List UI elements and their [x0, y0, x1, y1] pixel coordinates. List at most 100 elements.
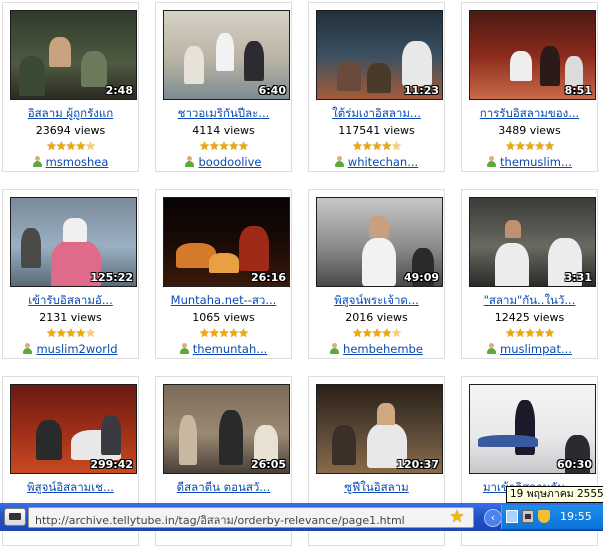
drive-icon[interactable]	[522, 510, 534, 523]
rating-stars: ★★★★★	[352, 326, 402, 340]
view-count: 1065 views	[192, 311, 255, 324]
uploader: whitechan...	[309, 155, 444, 169]
system-tray: 19:55	[501, 505, 603, 529]
thumbnail-figure	[239, 226, 269, 271]
thumbnail-figure	[495, 243, 529, 286]
address-bar[interactable]: http://archive.tellytube.in/tag/อิสลาม/o…	[28, 507, 474, 528]
uploader: muslimpat...	[462, 342, 597, 356]
uploader: themuslim...	[462, 155, 597, 169]
video-card[interactable]: 3:31 "สลาม"กัน..ในวั... 12425 views ★★★★★ mu…	[461, 189, 598, 359]
user-icon	[334, 156, 344, 167]
rating-stars: ★★★★★	[46, 139, 96, 153]
security-icon[interactable]	[538, 510, 550, 523]
thumbnail-figure	[505, 220, 521, 238]
tv-icon[interactable]	[4, 508, 26, 526]
rating-stars: ★★★★★	[505, 139, 555, 153]
url-text[interactable]: http://archive.tellytube.in/tag/อิสลาม/o…	[35, 511, 405, 529]
video-card[interactable]: 26:16 Muntaha.net--สว... 1065 views ★★★★★ th…	[155, 189, 292, 359]
video-title-link[interactable]: ชาวอเมริกันปีละ...	[158, 105, 289, 123]
video-card[interactable]: 11:23 ใต้ร่มเงาอิสลาม... 117541 views ★★★★★…	[308, 2, 445, 172]
rating-stars: ★★★★★	[46, 326, 96, 340]
user-icon	[487, 343, 497, 354]
thumbnail-figure	[21, 228, 41, 268]
thumbnail-figure	[510, 51, 532, 81]
thumbnail-figure	[565, 56, 583, 86]
view-count: 12425 views	[494, 311, 565, 324]
video-thumbnail[interactable]: 299:42	[10, 384, 137, 474]
thumbnail-figure	[49, 37, 71, 67]
video-card[interactable]: 8:51 การรับอิสลามของ... 3489 views ★★★★★ the…	[461, 2, 598, 172]
uploader-link[interactable]: muslim2world	[36, 342, 117, 356]
video-duration: 49:09	[403, 271, 439, 284]
view-count: 2016 views	[345, 311, 408, 324]
uploader: muslim2world	[3, 342, 138, 356]
clock-tooltip: 19 พฤษภาคม 2555	[506, 486, 603, 503]
view-count: 23694 views	[35, 124, 106, 137]
thumbnail-figure	[540, 46, 560, 86]
bookmark-star-icon[interactable]: ★	[446, 507, 468, 527]
video-duration: 26:16	[250, 271, 286, 284]
video-thumbnail[interactable]: 120:37	[316, 384, 443, 474]
thumbnail-figure	[63, 218, 87, 242]
video-thumbnail[interactable]: 11:23	[316, 10, 443, 100]
video-card[interactable]: 6:40 ชาวอเมริกันปีละ... 4114 views ★★★★★ boo…	[155, 2, 292, 172]
video-thumbnail[interactable]: 3:31	[469, 197, 596, 287]
rating-stars: ★★★★★	[505, 326, 555, 340]
video-thumbnail[interactable]: 8:51	[469, 10, 596, 100]
video-duration: 2:48	[105, 84, 133, 97]
video-thumbnail[interactable]: 60:30	[469, 384, 596, 474]
uploader: themuntah...	[156, 342, 291, 356]
video-title-link[interactable]: พิสูจน์พระเจ้าด...	[311, 292, 442, 310]
thumbnail-figure	[219, 410, 243, 465]
video-title-link[interactable]: เข้ารับอิสลามอั...	[5, 292, 136, 310]
thumbnail-figure	[478, 435, 538, 447]
half-star-icon: ★	[85, 326, 96, 340]
video-title-link[interactable]: ซูฟีในอิสลาม	[311, 479, 442, 497]
video-card[interactable]: 2:48 อิสลาม ผู้ถูกรังแก 23694 views ★★★★★ ms…	[2, 2, 139, 172]
video-title-link[interactable]: ใต้ร่มเงาอิสลาม...	[311, 105, 442, 123]
video-title-link[interactable]: อิสลาม ผู้ถูกรังแก	[5, 105, 136, 123]
video-title-link[interactable]: "สลาม"กัน..ในวั...	[464, 292, 595, 310]
video-thumbnail[interactable]: 26:16	[163, 197, 290, 287]
video-thumbnail[interactable]: 125:22	[10, 197, 137, 287]
thumbnail-figure	[184, 46, 204, 84]
thumbnail-figure	[332, 425, 356, 465]
video-duration: 6:40	[258, 84, 286, 97]
video-duration: 120:37	[396, 458, 439, 471]
video-title-link[interactable]: ดีสลาตีน ตอนสวั...	[158, 479, 289, 497]
uploader-link[interactable]: hembehembe	[343, 342, 423, 356]
video-card[interactable]: 125:22 เข้ารับอิสลามอั... 2131 views ★★★★★ m…	[2, 189, 139, 359]
uploader-link[interactable]: msmoshea	[46, 155, 109, 169]
thumbnail-figure	[402, 41, 432, 86]
uploader-link[interactable]: themuslim...	[500, 155, 572, 169]
uploader: msmoshea	[3, 155, 138, 169]
video-duration: 26:05	[250, 458, 286, 471]
taskbar: http://archive.tellytube.in/tag/อิสลาม/o…	[0, 503, 603, 531]
thumbnail-figure	[209, 253, 239, 273]
rating-stars: ★★★★★	[199, 139, 249, 153]
uploader-link[interactable]: muslimpat...	[500, 342, 572, 356]
video-thumbnail[interactable]: 26:05	[163, 384, 290, 474]
video-duration: 3:31	[564, 271, 592, 284]
tray-arrow-icon[interactable]: ‹	[484, 509, 502, 527]
thumbnail-figure	[367, 63, 391, 93]
clock[interactable]: 19:55	[560, 510, 592, 523]
video-card[interactable]: 49:09 พิสูจน์พระเจ้าด... 2016 views ★★★★★ he…	[308, 189, 445, 359]
video-duration: 8:51	[564, 84, 592, 97]
video-thumbnail[interactable]: 49:09	[316, 197, 443, 287]
video-thumbnail[interactable]: 6:40	[163, 10, 290, 100]
uploader-link[interactable]: themuntah...	[193, 342, 267, 356]
thumbnail-figure	[179, 415, 197, 465]
video-title-link[interactable]: พิสูจน์อิสลามเช...	[5, 479, 136, 497]
uploader: boodoolive	[156, 155, 291, 169]
video-thumbnail[interactable]: 2:48	[10, 10, 137, 100]
thumbnail-figure	[81, 51, 107, 87]
uploader: hembehembe	[309, 342, 444, 356]
uploader-link[interactable]: whitechan...	[348, 155, 418, 169]
user-icon	[23, 343, 33, 354]
video-title-link[interactable]: Muntaha.net--สว...	[158, 292, 289, 310]
video-title-link[interactable]: การรับอิสลามของ...	[464, 105, 595, 123]
uploader-link[interactable]: boodoolive	[198, 155, 261, 169]
user-icon	[487, 156, 497, 167]
network-icon[interactable]	[506, 510, 518, 523]
